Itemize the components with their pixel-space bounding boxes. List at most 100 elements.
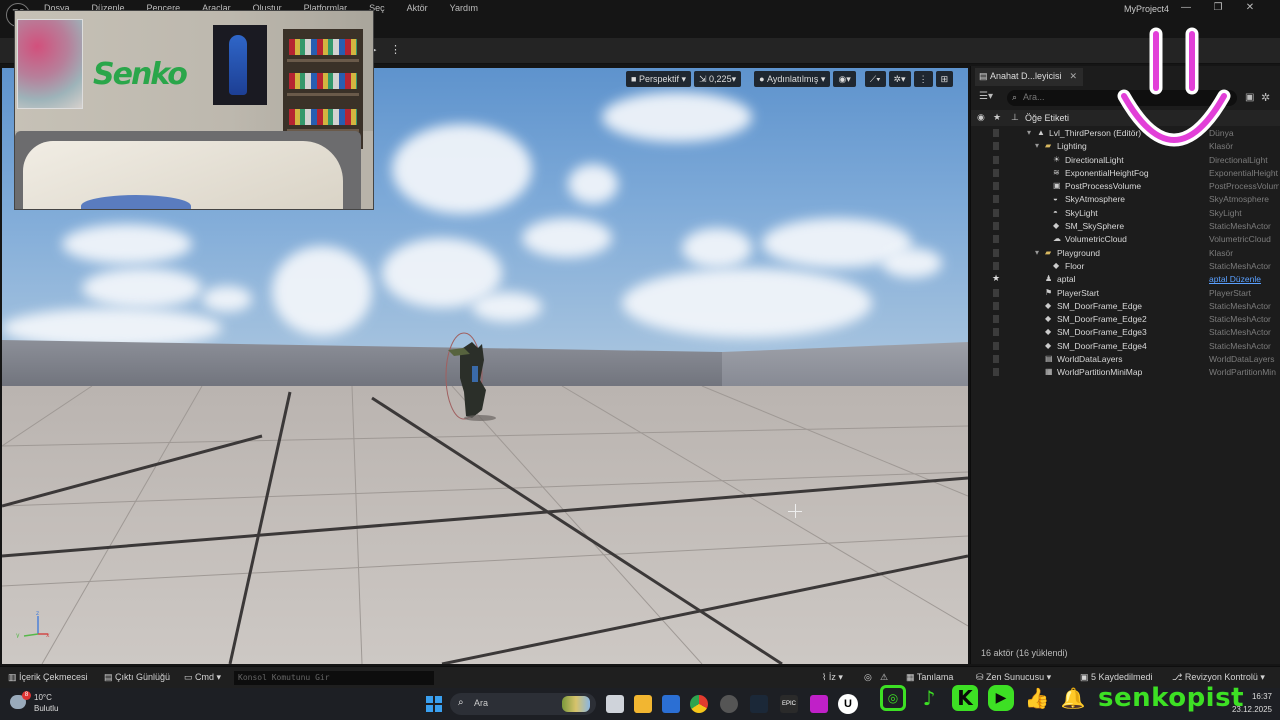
visibility-toggle[interactable]	[993, 208, 999, 217]
visibility-toggle[interactable]	[993, 315, 999, 324]
visibility-toggle[interactable]	[993, 248, 999, 257]
content-drawer-button[interactable]: ▥ İçerik Çekmecesi	[8, 672, 88, 683]
chevron-down-icon[interactable]	[1035, 314, 1044, 323]
show-flags-eye-icon[interactable]: ◉▾	[833, 71, 856, 87]
add-folder-icon[interactable]: ▣	[1245, 92, 1254, 103]
chevron-down-icon[interactable]: ▾	[1027, 128, 1036, 137]
item-label-column[interactable]: Öğe Etiketi	[1025, 113, 1069, 123]
microsoft-store-icon[interactable]	[662, 695, 680, 713]
player-character[interactable]	[442, 330, 506, 422]
chevron-down-icon[interactable]	[1035, 288, 1044, 297]
favorite-star-icon[interactable]: ★	[993, 112, 1001, 123]
maximize-button[interactable]: ❐	[1202, 2, 1234, 13]
outliner-row[interactable]: ⚑ PlayerStart PlayerStart	[971, 287, 1280, 300]
viewport-layout-icon[interactable]: ⊞	[935, 71, 954, 87]
outliner-row[interactable]: ☁ VolumetricCloud VolumetricCloud	[971, 233, 1280, 246]
star-icon[interactable]: ★	[992, 273, 1000, 284]
viewport-settings-gear-icon[interactable]: ✲▾	[888, 71, 911, 87]
outliner-row[interactable]: ◆ SM_DoorFrame_Edge3 StaticMeshActor	[971, 326, 1280, 339]
task-view-icon[interactable]	[606, 695, 624, 713]
menu-actor[interactable]: Aktör	[407, 3, 428, 13]
weather-temperature: 10°C	[34, 693, 52, 702]
chevron-down-icon[interactable]	[1035, 327, 1044, 336]
outliner-row[interactable]: ≋ ExponentialHeightFog ExponentialHeight	[971, 167, 1280, 180]
close-button[interactable]: ✕	[1234, 2, 1266, 13]
perspective-dropdown[interactable]: ■ Perspektif ▾	[626, 71, 691, 87]
camera-speed-dropdown[interactable]: ⇲ 0,225 ▾	[694, 71, 742, 87]
more-options-icon[interactable]: ⋮	[390, 43, 401, 56]
record-icon[interactable]: ◎	[864, 672, 872, 683]
outliner-row[interactable]: ◆ Floor StaticMeshActor	[971, 260, 1280, 273]
edit-blueprint-link[interactable]: aptal Düzenle	[1209, 274, 1279, 284]
visibility-toggle[interactable]	[993, 288, 999, 297]
chevron-down-icon[interactable]	[1035, 341, 1044, 350]
visibility-toggle[interactable]	[993, 341, 999, 350]
chevron-down-icon[interactable]	[1035, 354, 1044, 363]
view-mode-dropdown[interactable]: ● Aydınlatılmış ▾	[754, 71, 831, 87]
visibility-toggle[interactable]	[993, 355, 999, 364]
outliner-row-type: ExponentialHeight	[1209, 167, 1278, 178]
transform-tools-icon[interactable]: ⟋▾	[864, 71, 886, 87]
viewport-options-icon[interactable]: ⋮	[913, 71, 933, 87]
filter-icon[interactable]: ☰▾	[979, 91, 993, 102]
outliner-row-type: SkyAtmosphere	[1209, 194, 1269, 205]
steam-icon[interactable]	[750, 695, 768, 713]
taskbar-search[interactable]: ⌕ Ara	[450, 693, 596, 715]
github-icon[interactable]	[720, 695, 738, 713]
visibility-toggle[interactable]	[993, 301, 999, 310]
output-log-button[interactable]: ▤ Çıktı Günlüğü	[104, 672, 170, 683]
webcam-overlay: Senko	[14, 10, 374, 210]
visibility-toggle[interactable]	[993, 368, 999, 377]
epic-games-icon[interactable]: EPIC	[780, 695, 798, 713]
outliner-icon: ▤	[979, 71, 991, 81]
outliner-row[interactable]: ◆ SM_DoorFrame_Edge4 StaticMeshActor	[971, 340, 1280, 353]
trace-dropdown[interactable]: ⌇ İz ▾	[822, 672, 843, 683]
outliner-row[interactable]: ▾ ▰ Playground Klasör	[971, 247, 1280, 260]
minimize-button[interactable]: —	[1170, 2, 1202, 13]
chevron-down-icon[interactable]	[1035, 367, 1044, 376]
outliner-row[interactable]: ▣ PostProcessVolume PostProcessVolum	[971, 180, 1280, 193]
visibility-toggle[interactable]	[993, 195, 999, 204]
menu-help[interactable]: Yardım	[450, 3, 478, 13]
visibility-toggle[interactable]	[993, 261, 999, 270]
outliner-row[interactable]: ◆ SM_DoorFrame_Edge2 StaticMeshActor	[971, 313, 1280, 326]
visibility-toggle[interactable]	[993, 129, 999, 137]
tab-outliner[interactable]: ▤ Anahat D...leyicisi ✕	[975, 68, 1084, 86]
file-explorer-icon[interactable]	[634, 695, 652, 713]
pin-icon[interactable]: ⊥	[1011, 112, 1019, 123]
chevron-down-icon[interactable]: ▾	[1035, 141, 1044, 150]
outliner-row-name: aptal	[1057, 274, 1076, 285]
gear-icon[interactable]: ✲	[1261, 91, 1270, 104]
outliner-row[interactable]: ▦ WorldPartitionMiniMap WorldPartitionMin	[971, 366, 1280, 379]
unreal-engine-icon[interactable]: U	[838, 694, 858, 714]
console-command-input[interactable]: Konsol Komutunu Gir	[234, 671, 434, 685]
app-icon[interactable]	[810, 695, 828, 713]
chrome-icon[interactable]	[690, 695, 708, 713]
chevron-down-icon[interactable]: ▾	[1035, 248, 1044, 257]
outliner-row[interactable]: ★ ♟ aptal aptal Düzenle	[971, 273, 1280, 286]
windows-start-icon[interactable]	[426, 696, 442, 712]
weather-condition: Bulutlu	[34, 704, 59, 713]
close-icon[interactable]: ✕	[1070, 71, 1078, 86]
outliner-row[interactable]: ◒ SkyAtmosphere SkyAtmosphere	[971, 193, 1280, 206]
visibility-toggle[interactable]	[993, 235, 999, 244]
cmd-dropdown[interactable]: ▭ Cmd ▾	[184, 672, 221, 683]
outliner-row[interactable]: ▤ WorldDataLayers WorldDataLayers	[971, 353, 1280, 366]
outliner-row[interactable]: ◆ SM_SkySphere StaticMeshActor	[971, 220, 1280, 233]
outliner-row[interactable]: ◓ SkyLight SkyLight	[971, 207, 1280, 220]
chevron-down-icon[interactable]	[1035, 274, 1044, 283]
visibility-toggle[interactable]	[993, 182, 999, 191]
unsaved-label: 5 Kaydedilmedi	[1091, 672, 1153, 682]
outliner-row[interactable]: ◆ SM_DoorFrame_Edge StaticMeshActor	[971, 300, 1280, 313]
chevron-down-icon[interactable]	[1035, 301, 1044, 310]
viewport-toolbar: ■ Perspektif ▾ ⇲ 0,225 ▾ ● Aydınlatılmış …	[626, 70, 956, 88]
visibility-toggle[interactable]	[993, 328, 999, 337]
search-placeholder: Ara...	[1023, 92, 1045, 102]
visibility-eye-icon[interactable]: ◉	[977, 112, 985, 123]
visibility-toggle[interactable]	[993, 155, 999, 164]
tiktok-icon: ♪	[922, 686, 936, 710]
visibility-toggle[interactable]	[993, 222, 999, 231]
outliner-row-name: SkyAtmosphere	[1065, 194, 1125, 205]
visibility-toggle[interactable]	[993, 168, 999, 177]
visibility-toggle[interactable]	[993, 142, 999, 151]
